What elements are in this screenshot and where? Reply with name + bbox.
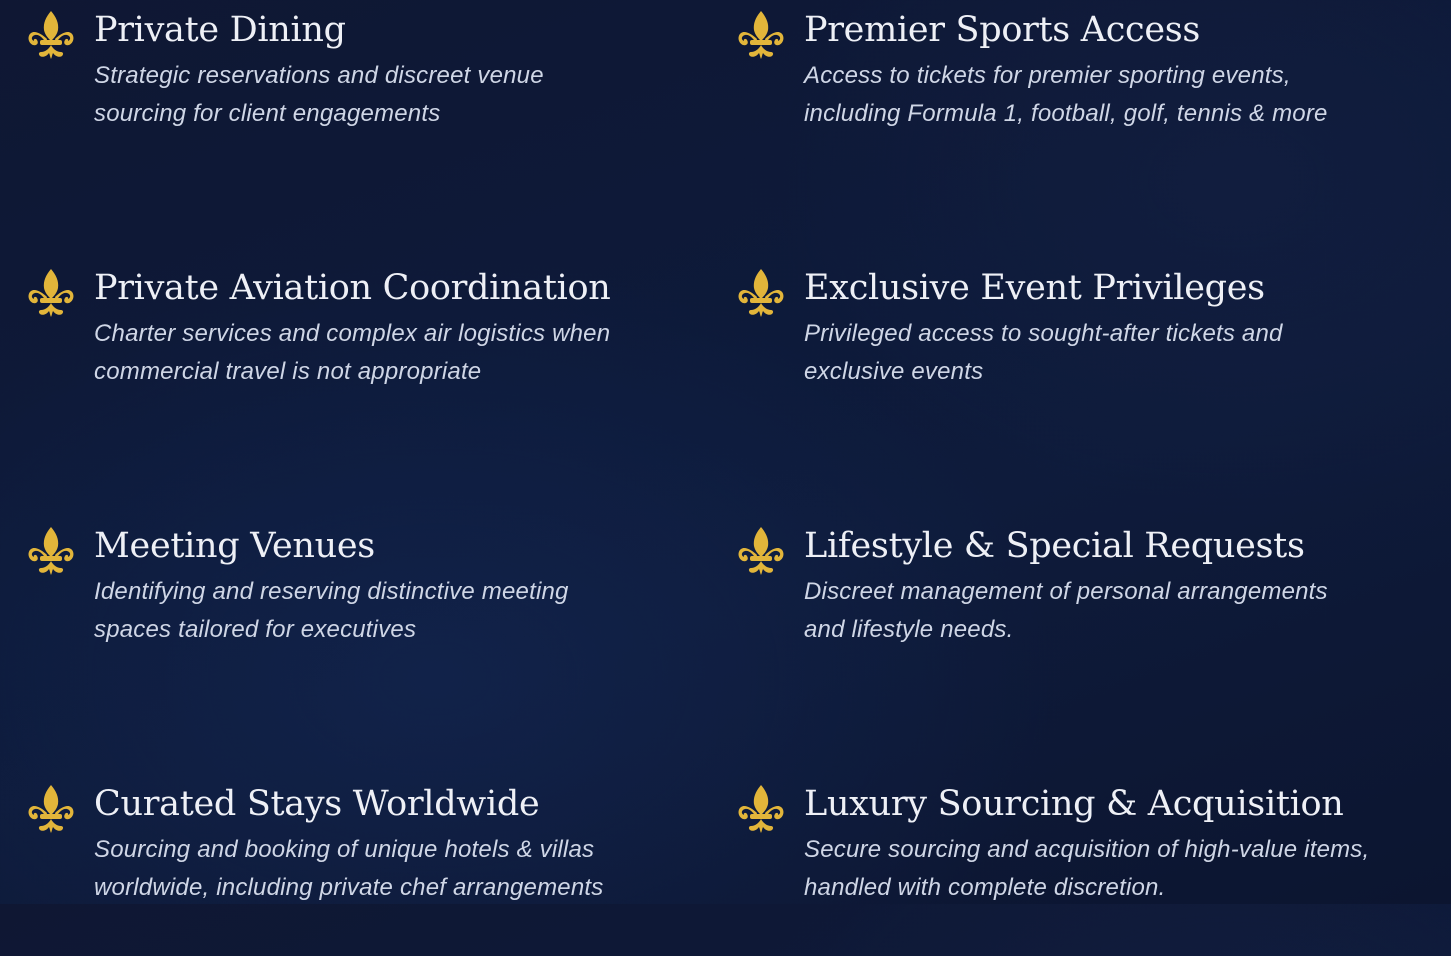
description-line: Access to tickets for premier sporting e… — [804, 62, 1291, 89]
service-meeting-venues: Meeting Venues Identifying and reserving… — [27, 518, 707, 698]
service-title: Private Aviation Coordination — [94, 268, 611, 308]
service-description: Identifying and reserving distinctive me… — [94, 573, 754, 649]
description-line: including Formula 1, football, golf, ten… — [804, 100, 1328, 127]
service-description: Access to tickets for premier sporting e… — [804, 57, 1451, 133]
description-line: and lifestyle needs. — [804, 616, 1014, 643]
description-line: sourcing for client engagements — [94, 100, 441, 127]
service-description: Strategic reservations and discreet venu… — [94, 57, 754, 133]
service-title: Premier Sports Access — [804, 10, 1201, 50]
fleur-de-lis-icon — [737, 10, 785, 60]
fleur-de-lis-icon — [27, 10, 75, 60]
service-title: Private Dining — [94, 10, 346, 50]
description-line: handled with complete discretion. — [804, 874, 1166, 901]
services-grid: Private Dining Strategic reservations an… — [0, 0, 1451, 904]
description-line: worldwide, including private chef arrang… — [94, 874, 604, 901]
service-private-aviation-coordination: Private Aviation Coordination Charter se… — [27, 260, 707, 440]
description-line: exclusive events — [804, 358, 984, 385]
fleur-de-lis-icon — [27, 784, 75, 834]
service-premier-sports-access: Premier Sports Access Access to tickets … — [737, 2, 1417, 182]
description-line: Identifying and reserving distinctive me… — [94, 578, 569, 605]
description-line: commercial travel is not appropriate — [94, 358, 482, 385]
description-line: spaces tailored for executives — [94, 616, 417, 643]
service-title: Meeting Venues — [94, 526, 375, 566]
description-line: Secure sourcing and acquisition of high-… — [804, 836, 1370, 863]
service-description: Privileged access to sought-after ticket… — [804, 315, 1451, 391]
description-line: Sourcing and booking of unique hotels & … — [94, 836, 595, 863]
service-title: Exclusive Event Privileges — [804, 268, 1265, 308]
fleur-de-lis-icon — [27, 268, 75, 318]
service-description: Sourcing and booking of unique hotels & … — [94, 831, 754, 907]
fleur-de-lis-icon — [737, 268, 785, 318]
service-curated-stays-worldwide: Curated Stays Worldwide Sourcing and boo… — [27, 776, 707, 956]
description-line: Discreet management of personal arrangem… — [804, 578, 1328, 605]
fleur-de-lis-icon — [27, 526, 75, 576]
service-luxury-sourcing-acquisition: Luxury Sourcing & Acquisition Secure sou… — [737, 776, 1417, 956]
service-description: Discreet management of personal arrangem… — [804, 573, 1451, 649]
service-private-dining: Private Dining Strategic reservations an… — [27, 2, 707, 182]
service-description: Charter services and complex air logisti… — [94, 315, 754, 391]
service-title: Curated Stays Worldwide — [94, 784, 540, 824]
description-line: Charter services and complex air logisti… — [94, 320, 611, 347]
service-title: Luxury Sourcing & Acquisition — [804, 784, 1344, 824]
description-line: Privileged access to sought-after ticket… — [804, 320, 1283, 347]
fleur-de-lis-icon — [737, 526, 785, 576]
service-lifestyle-special-requests: Lifestyle & Special Requests Discreet ma… — [737, 518, 1417, 698]
fleur-de-lis-icon — [737, 784, 785, 834]
service-exclusive-event-privileges: Exclusive Event Privileges Privileged ac… — [737, 260, 1417, 440]
service-description: Secure sourcing and acquisition of high-… — [804, 831, 1451, 907]
description-line: Strategic reservations and discreet venu… — [94, 62, 544, 89]
service-title: Lifestyle & Special Requests — [804, 526, 1305, 566]
